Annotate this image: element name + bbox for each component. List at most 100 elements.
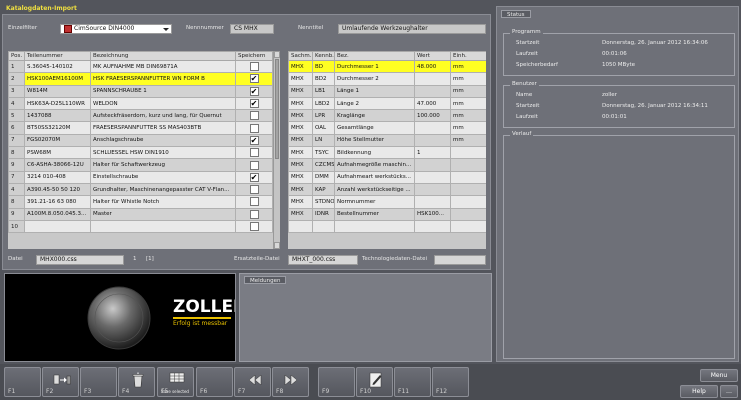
table-row[interactable]: MHX LN Höhe Stellmutter mm [288,133,486,148]
nennnummer-field[interactable]: CS MHX [230,24,274,34]
table-row[interactable]: 7 3214 010-408 Einstellschraube ✔ [8,170,273,184]
scroll-down-button[interactable] [274,242,280,249]
datei-label: Datei [8,256,23,262]
row-description: Halter für Whistle Notch [90,195,236,209]
row-save-cell: ✔ [235,133,273,148]
save-checkbox[interactable] [249,222,259,231]
col-header-bezeichnung[interactable]: Bezeichnung [90,51,236,61]
save-checkbox[interactable] [249,209,259,219]
save-checkbox[interactable]: ✔ [249,86,259,96]
parts-table-scrollbar[interactable] [273,51,280,249]
row-pos: 8 [8,146,25,160]
table-row[interactable]: 9 A100M.8.050.045.3... Master [8,207,273,221]
more-button[interactable]: … [720,385,738,398]
function-key-bar: F1 F2 F3 F4 Save selected F5 F6 F7 F8 F9… [0,364,741,400]
row-bezeichnung: Durchmesser 1 [334,59,415,74]
table-row[interactable]: MHX STDNO Normnummer [288,195,486,209]
table-row[interactable]: MHX LBD2 Länge 2 47.000 mm [288,96,486,111]
save-checkbox[interactable] [249,111,259,121]
table-row[interactable] [288,219,486,234]
table-row[interactable]: MHX OAL Gesamtlänge mm [288,121,486,135]
col-header-einh[interactable]: Einh. [450,51,486,61]
table-row[interactable]: 7 FGS02070M Anschlagschraube ✔ [8,133,273,148]
programm-startzeit-value: Donnerstag, 26. Januar 2012 16:34:06 [602,40,708,46]
technologie-field[interactable] [434,255,486,265]
table-row[interactable]: 2 HSK100AEM16100M HSK FRAESERSPANNFUTTER W… [8,72,273,86]
col-header-pos[interactable]: Pos. [8,51,25,61]
logo-tagline: Erfolg ist messbar [173,320,228,327]
table-row[interactable]: MHX TSYC Bildkennung 1 [288,146,486,160]
table-row[interactable]: MHX BD Durchmesser 1 48.000 mm [288,59,486,74]
previous-icon [248,374,262,386]
table-row[interactable]: MHX KAP Anzahl werkstückseitige ... [288,182,486,197]
table-row[interactable]: 8 PSW68M SCHLUESSEL HSW DIN1910 [8,146,273,160]
table-row[interactable]: MHX IDNR Bestellnummer HSK100... [288,207,486,221]
f8-next-button[interactable]: F8 [272,367,309,397]
technologie-label: Technologiedaten-Datei [362,256,428,262]
f5-save-selected-button[interactable]: Save selected F5 [157,367,194,397]
einzelfilter-dropdown[interactable]: CimSource DIN4000 [60,24,172,34]
table-row[interactable]: MHX LPR Kraglänge 100.000 mm [288,109,486,123]
save-checkbox[interactable] [249,62,259,72]
f2-import-button[interactable]: F2 [42,367,79,397]
table-row[interactable]: 9 C6-ASHA-38066-12U Halter für Schaftwerkz… [8,158,273,172]
nenntitel-field[interactable]: Umlaufende Werkzeughalter [338,24,486,34]
f11-button[interactable]: F11 [394,367,431,397]
datei-field[interactable]: MHX000.css [36,255,124,265]
table-row[interactable]: MHX CZCMS Aufnahmegröße maschin... [288,158,486,172]
file-count-bracket: [1] [146,256,154,262]
f10-edit-button[interactable]: F10 [356,367,393,397]
f2-label: F2 [46,388,54,395]
table-row[interactable]: MHX DMM Aufnahmeart werkstücks... [288,170,486,184]
col-header-bez[interactable]: Bez. [334,51,415,61]
save-checkbox[interactable] [249,197,259,207]
f6-button[interactable]: F6 [196,367,233,397]
save-checkbox[interactable]: ✔ [249,172,259,182]
f9-button[interactable]: F9 [318,367,355,397]
row-einheit: mm [450,96,486,111]
row-pos: 1 [8,59,25,74]
f3-button[interactable]: F3 [80,367,117,397]
f1-button[interactable]: F1 [4,367,41,397]
table-row[interactable]: 8 391.21-16 63 080 Halter für Whistle Notc… [8,195,273,209]
row-kennbuchstabe: BD2 [312,72,335,86]
scroll-thumb[interactable] [275,59,279,159]
ersatzteile-field[interactable]: MHXT_000.css [288,255,358,265]
row-save-cell [235,158,273,172]
table-row[interactable]: 6 BT50SS32120M FRAESERSPANNFUTTER SS MAS40… [8,121,273,135]
scroll-up-button[interactable] [274,51,280,58]
table-row[interactable]: 4 HSK63A-D25L110WR WELDON ✔ [8,96,273,111]
save-checkbox[interactable] [249,123,259,133]
col-header-sachm[interactable]: Sachm. [288,51,313,61]
col-header-speichern[interactable]: Speichern [235,51,273,61]
f12-button[interactable]: F12 [432,367,469,397]
col-header-kennb[interactable]: Kennb. [312,51,335,61]
col-header-wert[interactable]: Wert [414,51,451,61]
table-row[interactable]: 1 S.36045-140102 MK AUFNAHME MB DIN69871A [8,59,273,74]
f7-previous-button[interactable]: F7 [234,367,271,397]
table-row[interactable]: MHX BD2 Durchmesser 2 mm [288,72,486,86]
save-checkbox[interactable]: ✔ [249,74,259,84]
programm-laufzeit-value: 00:01:06 [602,51,627,57]
save-checkbox[interactable] [249,185,259,195]
programm-speicher-label: Speicherbedarf [516,62,558,68]
menu-button[interactable]: Menu [700,369,738,382]
help-button[interactable]: Help [680,385,718,398]
f4-delete-button[interactable]: F4 [118,367,155,397]
table-row[interactable]: 10 [8,219,273,234]
save-checkbox[interactable]: ✔ [249,99,259,109]
row-kennbuchstabe: OAL [312,121,335,135]
save-checkbox[interactable]: ✔ [249,135,259,145]
f10-label: F10 [360,388,372,395]
save-checkbox[interactable] [249,160,259,170]
nennnummer-label: Nennnummer [186,25,224,31]
table-row[interactable]: 5 1437088 Aufsteckfräserdorn, kurz und lan… [8,109,273,123]
row-part-number: 391.21-16 63 080 [24,195,91,209]
col-header-teilenummer[interactable]: Teilenummer [24,51,91,61]
table-row[interactable]: 4 A390.45-50 50 120 Grundhalter, Maschinen… [8,182,273,197]
row-pos: 4 [8,96,25,111]
table-row[interactable]: MHX LB1 Länge 1 mm [288,84,486,98]
table-row[interactable]: 3 W814M SPANNSCHRAUBE 1 ✔ [8,84,273,98]
save-checkbox[interactable] [249,148,259,158]
row-wert: 47.000 [414,96,451,111]
